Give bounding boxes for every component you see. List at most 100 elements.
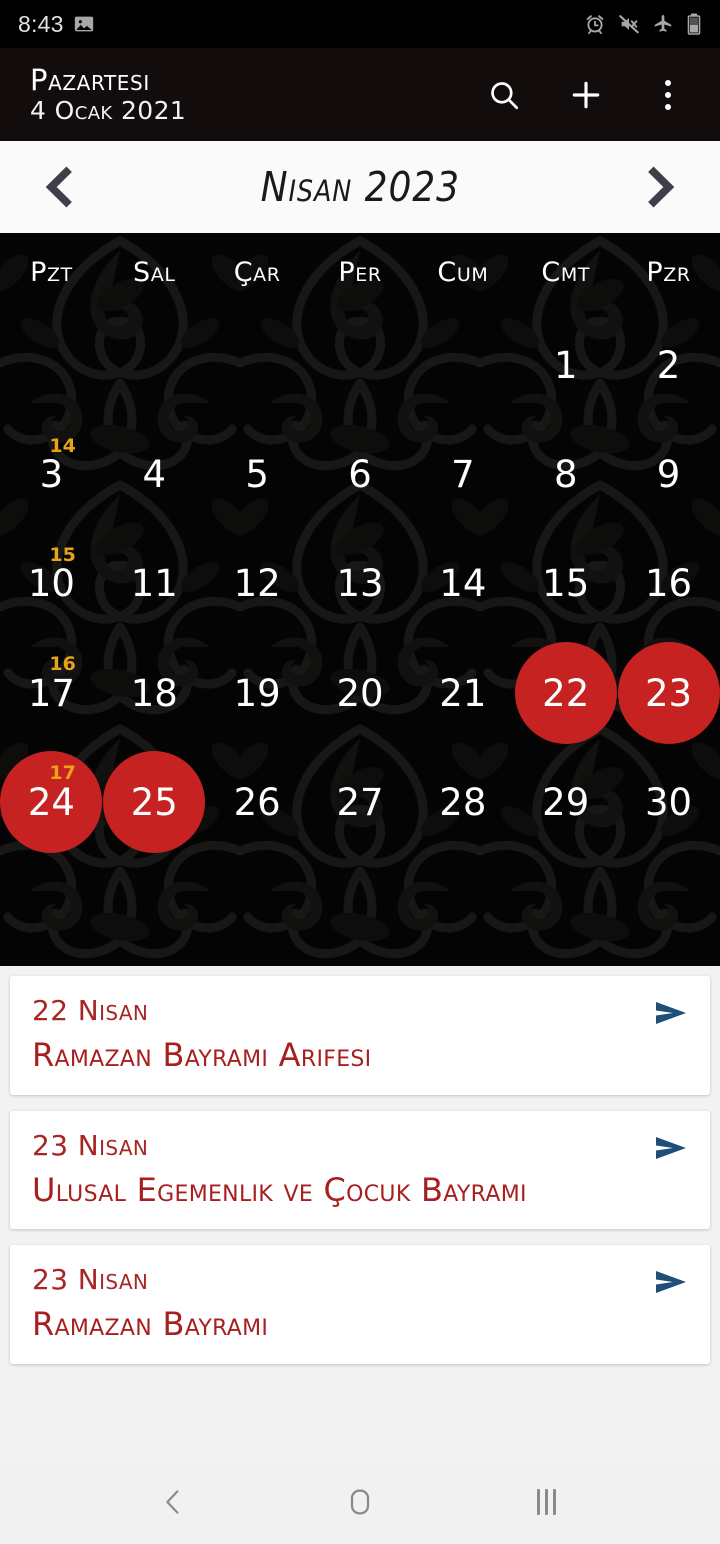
calendar-empty-cell bbox=[411, 311, 514, 420]
event-date: 23 Nisan bbox=[32, 1263, 149, 1297]
calendar-day-cell[interactable]: 13 bbox=[309, 529, 412, 638]
nav-back-button[interactable] bbox=[138, 1472, 208, 1532]
chevron-left-icon bbox=[45, 166, 72, 208]
calendar-day-cell[interactable]: 8 bbox=[514, 420, 617, 529]
calendar-day-cell[interactable]: 6 bbox=[309, 420, 412, 529]
day-number: 25 bbox=[130, 780, 178, 824]
calendar-empty-cell bbox=[206, 311, 309, 420]
alarm-icon bbox=[586, 15, 604, 35]
calendar-day-cell[interactable]: 17 16 bbox=[0, 638, 103, 747]
day-number: 28 bbox=[439, 780, 487, 824]
day-number: 14 bbox=[439, 562, 487, 606]
event-share-button[interactable] bbox=[654, 1267, 688, 1297]
month-title[interactable]: Nisan 2023 bbox=[260, 163, 459, 211]
calendar-empty-cell bbox=[309, 857, 412, 966]
event-card[interactable]: 23 Nisan Ramazan Bayramı bbox=[10, 1245, 710, 1364]
event-card[interactable]: 22 Nisan Ramazan Bayramı Arifesi bbox=[10, 976, 710, 1095]
calendar-day-cell[interactable]: 12 bbox=[206, 529, 309, 638]
calendar-day-cell[interactable]: 28 bbox=[411, 748, 514, 857]
event-title: Ramazan Bayramı bbox=[32, 1305, 269, 1344]
day-number: 24 bbox=[27, 780, 75, 824]
day-number: 10 bbox=[27, 562, 75, 606]
weekday-label-sal: Sal bbox=[133, 256, 176, 288]
calendar-day-cell[interactable]: 9 bbox=[617, 420, 720, 529]
event-date: 23 Nisan bbox=[32, 1128, 149, 1162]
calendar-day-cell[interactable]: 21 bbox=[411, 638, 514, 747]
nav-home-button[interactable] bbox=[325, 1472, 395, 1532]
day-number: 26 bbox=[233, 780, 281, 824]
app-bar-actions bbox=[482, 73, 698, 117]
search-button[interactable] bbox=[482, 73, 526, 117]
nav-recents-button[interactable] bbox=[512, 1472, 582, 1532]
calendar-day-cell[interactable]: 27 bbox=[309, 748, 412, 857]
day-number: 11 bbox=[130, 562, 178, 606]
week-number-badge: 17 bbox=[49, 762, 76, 785]
add-event-button[interactable] bbox=[564, 73, 608, 117]
event-card[interactable]: 23 Nisan Ulusal Egemenlik ve Çocuk Bayram… bbox=[10, 1110, 710, 1230]
calendar-week-row: 24 17 25 26 27 28 29 30 bbox=[0, 748, 720, 857]
week-number-badge: 16 bbox=[49, 653, 76, 676]
weekday-label-pzt: Pzt bbox=[30, 256, 73, 288]
battery-icon bbox=[687, 13, 701, 35]
app-bar-weekday: Pazartesi bbox=[30, 63, 150, 98]
day-number: 1 bbox=[553, 344, 578, 388]
day-number: 12 bbox=[233, 562, 281, 606]
day-number: 8 bbox=[553, 453, 578, 497]
day-number: 16 bbox=[645, 562, 693, 606]
status-clock: 8:43 bbox=[18, 10, 64, 37]
calendar-day-cell[interactable]: 11 bbox=[103, 529, 206, 638]
calendar-week-row: 12 bbox=[0, 311, 720, 420]
day-number: 2 bbox=[656, 344, 681, 388]
calendar-day-cell[interactable]: 23 bbox=[617, 638, 720, 747]
day-number: 29 bbox=[542, 780, 590, 824]
calendar-day-cell[interactable]: 22 bbox=[514, 638, 617, 747]
next-month-button[interactable] bbox=[634, 161, 686, 213]
event-date: 22 Nisan bbox=[32, 994, 149, 1027]
event-share-button[interactable] bbox=[654, 998, 688, 1028]
day-number: 21 bbox=[439, 671, 487, 715]
calendar-day-cell[interactable]: 30 bbox=[617, 748, 720, 857]
weekday-header-row: Pzt Sal Çar Per Cum Cmt Pzr bbox=[0, 233, 720, 311]
calendar-day-cell[interactable]: 5 bbox=[206, 420, 309, 529]
calendar-day-cell[interactable]: 29 bbox=[514, 748, 617, 857]
week-number-badge: 15 bbox=[49, 543, 76, 566]
calendar-empty-cell bbox=[103, 311, 206, 420]
weekday-label-car: Çar bbox=[233, 256, 281, 288]
day-number: 9 bbox=[656, 453, 681, 497]
calendar-week-rows: 1 2 3 14 4 5 6 7 8 9 10 15 11 12 13 14 15 16 17 16 18 19 20 21 2… bbox=[0, 311, 720, 966]
calendar-day-cell[interactable]: 26 bbox=[206, 748, 309, 857]
calendar-day-cell[interactable]: 7 bbox=[411, 420, 514, 529]
previous-month-button[interactable] bbox=[34, 161, 86, 213]
calendar-empty-cell bbox=[309, 311, 412, 420]
app-bar: Pazartesi 4 Ocak 2021 bbox=[0, 48, 720, 141]
calendar-day-cell[interactable]: 20 bbox=[309, 638, 412, 747]
calendar-week-row: 17 16 18 19 20 21 22 23 bbox=[0, 638, 720, 747]
day-number: 17 bbox=[27, 671, 75, 715]
day-number: 22 bbox=[542, 671, 590, 715]
calendar-day-cell[interactable]: 25 bbox=[103, 748, 206, 857]
calendar-empty-cell bbox=[103, 857, 206, 966]
week-number-badge: 14 bbox=[49, 434, 76, 457]
calendar-day-cell[interactable]: 1 bbox=[514, 311, 617, 420]
calendar-day-cell[interactable]: 18 bbox=[103, 638, 206, 747]
weekday-label-per: Per bbox=[338, 256, 382, 288]
calendar-day-cell[interactable]: 19 bbox=[206, 638, 309, 747]
day-number: 27 bbox=[336, 780, 384, 824]
calendar-day-cell[interactable]: 14 bbox=[411, 529, 514, 638]
share-arrow-icon bbox=[656, 1136, 686, 1159]
overflow-menu-button[interactable] bbox=[646, 73, 690, 117]
event-share-button[interactable] bbox=[654, 1133, 688, 1163]
status-bar: 8:43 bbox=[0, 0, 720, 48]
calendar-day-cell[interactable]: 2 bbox=[617, 311, 720, 420]
system-navigation-bar bbox=[0, 1460, 720, 1544]
calendar-day-cell[interactable]: 10 15 bbox=[0, 529, 103, 638]
weekday-label-cum: Cum bbox=[437, 256, 489, 288]
day-number: 3 bbox=[39, 453, 64, 497]
image-icon bbox=[74, 16, 93, 32]
calendar-day-cell[interactable]: 4 bbox=[103, 420, 206, 529]
calendar-day-cell[interactable]: 15 bbox=[514, 529, 617, 638]
calendar-day-cell[interactable]: 16 bbox=[617, 529, 720, 638]
calendar-day-cell[interactable]: 24 17 bbox=[0, 748, 103, 857]
calendar-content: Pzt Sal Çar Per Cum Cmt Pzr 1 2 3 14 4 5 6 7 8 9 1… bbox=[0, 233, 720, 966]
calendar-day-cell[interactable]: 3 14 bbox=[0, 420, 103, 529]
